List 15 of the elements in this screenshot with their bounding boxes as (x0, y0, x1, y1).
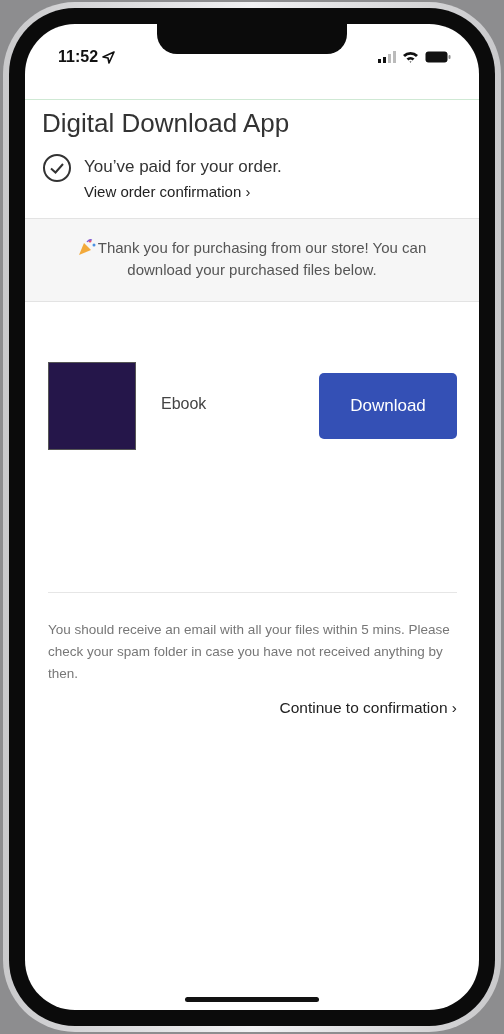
thank-you-message: Thank you for purchasing from our store! You can download your purchased files below. (97, 239, 427, 278)
page-title: Digital Download App (42, 108, 291, 139)
payment-message: You’ve paid for your order. (84, 157, 282, 177)
download-button[interactable]: Download (319, 373, 457, 439)
email-note: You should receive an email with all your files within 5 mins. Please check your spam folder in case you have not received anything by then. (48, 621, 451, 683)
continue-link[interactable]: Continue to confirmation › (279, 699, 457, 717)
order-confirmation-link[interactable]: View order confirmation › (84, 183, 282, 200)
status-time: 11:52 (58, 48, 99, 66)
check-circle-icon (42, 153, 72, 183)
battery-icon (425, 51, 451, 63)
product-name: Ebook (161, 395, 208, 413)
location-arrow-icon (102, 50, 116, 64)
party-popper-icon (77, 238, 96, 256)
wifi-icon (402, 51, 419, 63)
signal-icon (378, 51, 396, 63)
